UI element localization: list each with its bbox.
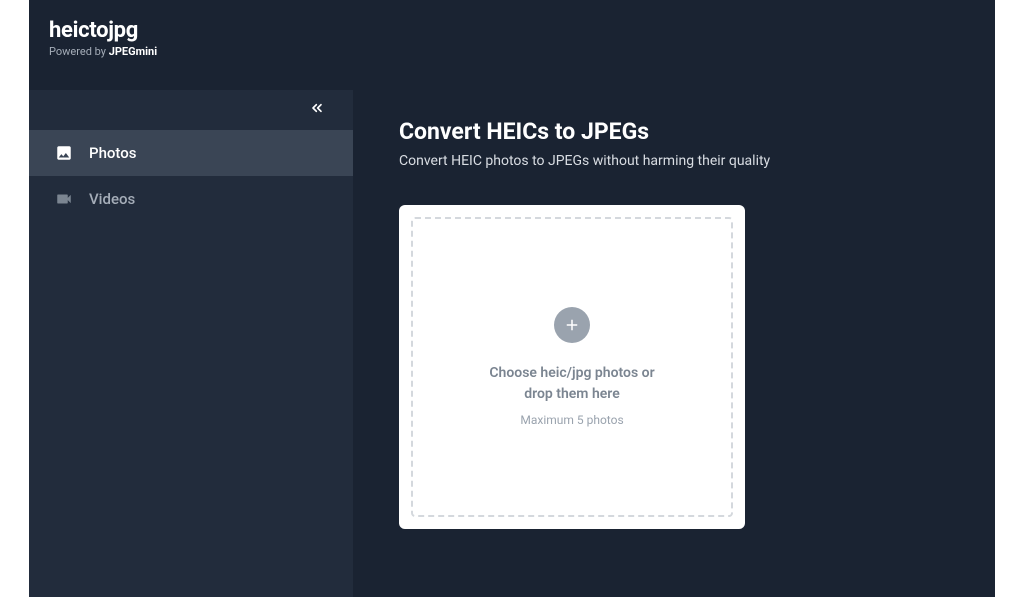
sidebar: Photos Videos [29,90,353,597]
collapse-sidebar-icon[interactable] [309,100,325,121]
powered-by-brand: JPEGmini [109,45,157,58]
sidebar-item-label: Videos [89,190,135,208]
page-subtitle: Convert HEIC photos to JPEGs without har… [399,153,955,169]
dropzone-instruction: Choose heic/jpg photos or drop them here [459,363,684,405]
sidebar-item-photos[interactable]: Photos [29,130,353,176]
dropzone-card: Choose heic/jpg photos or drop them here… [399,205,745,529]
sidebar-item-videos[interactable]: Videos [29,176,353,222]
photos-icon [53,142,75,164]
dropzone-line1: Choose heic/jpg photos or [489,365,654,381]
app-logo-title: heictojpg [49,18,975,43]
app-header: heictojpg Powered by JPEGmini [29,0,995,70]
page-title: Convert HEICs to JPEGs [399,118,955,145]
main-content: Convert HEICs to JPEGs Convert HEIC phot… [353,90,995,597]
dropzone-line2: drop them here [524,386,619,402]
powered-by-prefix: Powered by [49,45,109,58]
dropzone-limit-text: Maximum 5 photos [520,413,623,427]
body-area: Photos Videos Convert HEICs to JPEGs Con… [29,90,995,597]
sidebar-top [29,90,353,130]
app-container: heictojpg Powered by JPEGmini [29,0,995,597]
sidebar-item-label: Photos [89,144,136,162]
file-dropzone[interactable]: Choose heic/jpg photos or drop them here… [411,217,733,517]
powered-by-text: Powered by JPEGmini [49,45,975,58]
add-files-icon [554,307,590,343]
videos-icon [53,188,75,210]
